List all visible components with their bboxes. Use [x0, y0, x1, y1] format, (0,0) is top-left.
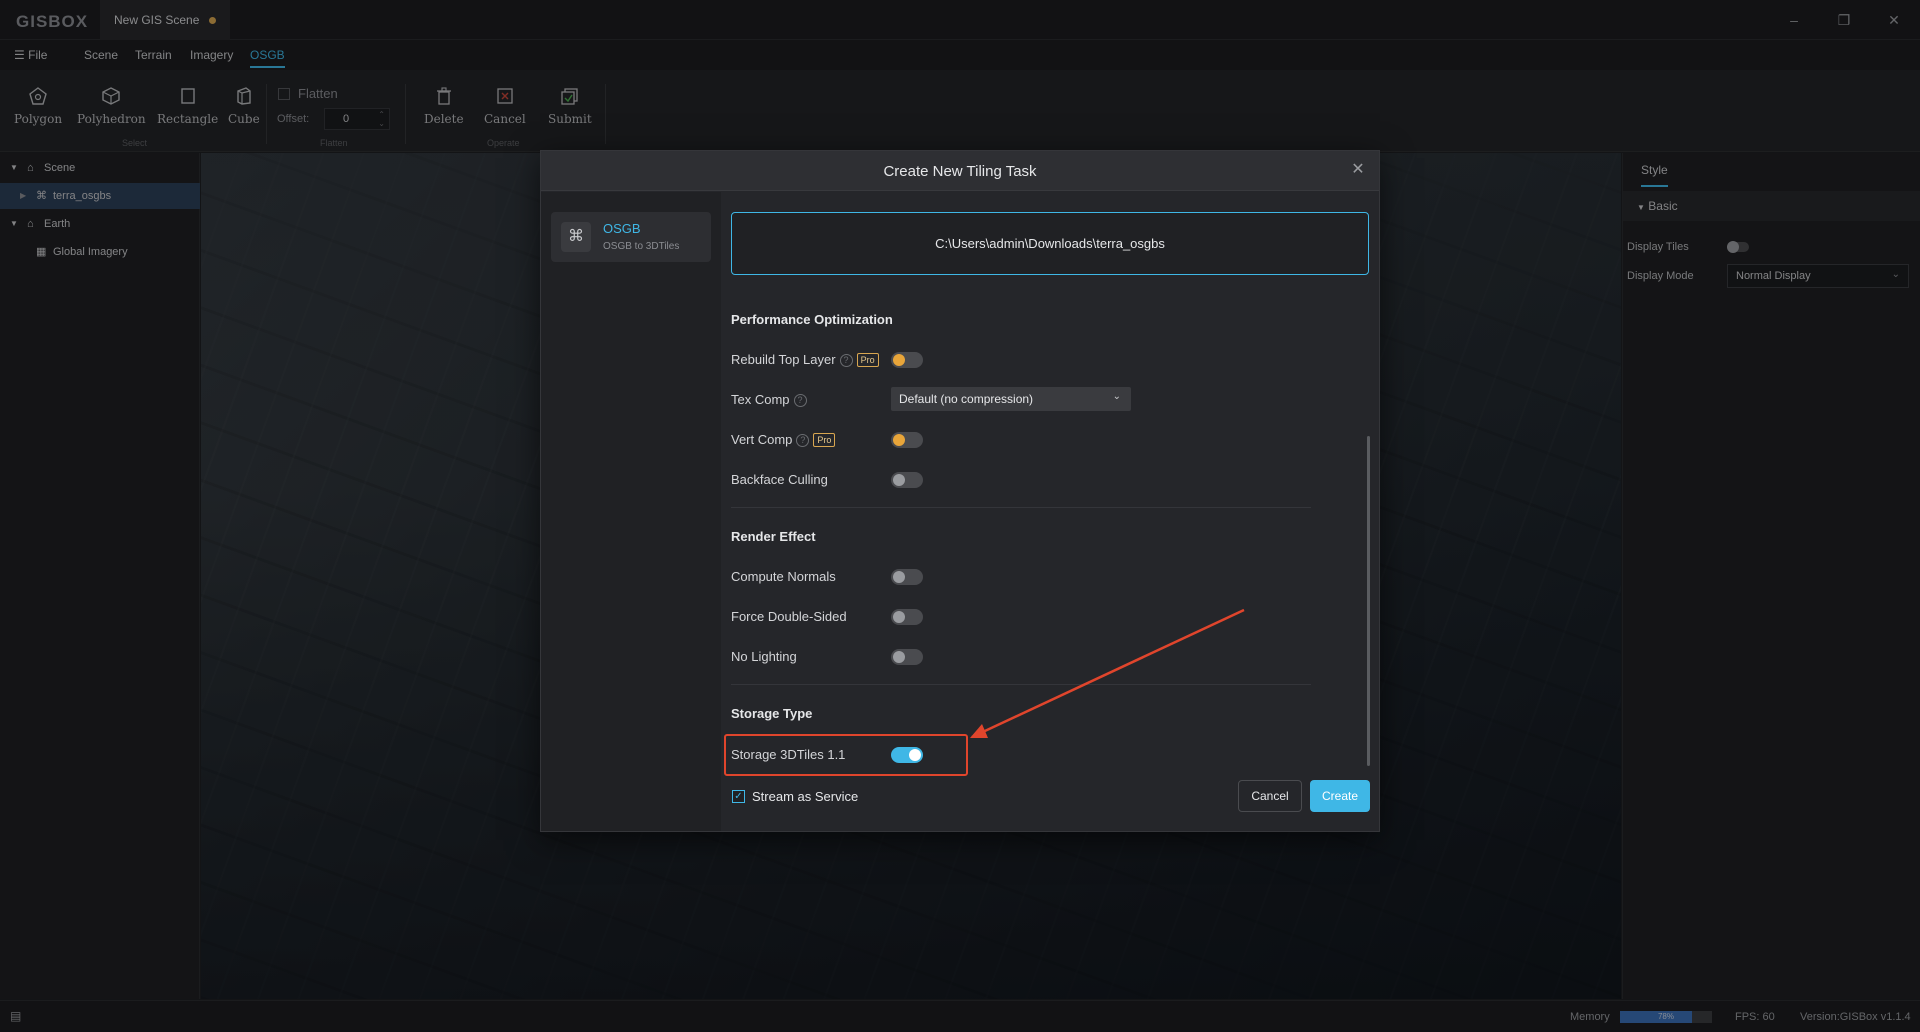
- annotation-arrow-line: [971, 608, 1245, 739]
- rebuild-top-layer-option: Rebuild Top Layer? Pro: [731, 352, 879, 367]
- tex-comp-select[interactable]: Default (no compression) ⌄: [891, 387, 1131, 411]
- toggle-knob: [893, 611, 905, 623]
- osgb-icon: ⌘: [561, 222, 591, 252]
- compute-normals-toggle[interactable]: [891, 569, 923, 585]
- annotation-highlight-box: [724, 734, 968, 776]
- task-type-osgb[interactable]: ⌘ OSGB OSGB to 3DTiles: [551, 212, 711, 262]
- source-path-field[interactable]: C:\Users\admin\Downloads\terra_osgbs: [731, 212, 1369, 275]
- toggle-knob: [893, 651, 905, 663]
- toggle-knob: [893, 354, 905, 366]
- storage-section-title: Storage Type: [731, 706, 813, 721]
- option-label: Vert Comp: [731, 432, 793, 447]
- stream-as-service-checkbox[interactable]: ✓: [732, 790, 745, 803]
- section-divider: [731, 507, 1311, 508]
- toggle-knob: [893, 474, 905, 486]
- compute-normals-label: Compute Normals: [731, 569, 836, 584]
- toggle-knob: [893, 434, 905, 446]
- option-label: Rebuild Top Layer: [731, 352, 836, 367]
- vert-comp-toggle[interactable]: [891, 432, 923, 448]
- dialog-scrollbar[interactable]: [1367, 436, 1370, 766]
- no-lighting-label: No Lighting: [731, 649, 797, 664]
- tex-comp-option: Tex Comp?: [731, 392, 807, 407]
- tex-comp-value: Default (no compression): [899, 392, 1034, 406]
- help-icon[interactable]: ?: [796, 434, 810, 447]
- force-double-sided-label: Force Double-Sided: [731, 609, 847, 624]
- stream-as-service-label: Stream as Service: [752, 789, 859, 804]
- close-icon[interactable]: ✕: [1347, 159, 1369, 181]
- dialog-title: Create New Tiling Task: [883, 163, 1037, 180]
- chevron-down-icon: ⌄: [1112, 391, 1121, 402]
- backface-culling-label: Backface Culling: [731, 472, 828, 487]
- rebuild-top-layer-toggle[interactable]: [891, 352, 923, 368]
- dialog-sidebar: ⌘ OSGB OSGB to 3DTiles: [541, 192, 721, 831]
- toggle-knob: [893, 571, 905, 583]
- help-icon[interactable]: ?: [839, 354, 853, 367]
- task-type-subtitle: OSGB to 3DTiles: [603, 241, 680, 252]
- backface-culling-toggle[interactable]: [891, 472, 923, 488]
- pro-badge: Pro: [813, 433, 836, 447]
- dialog-header: Create New Tiling Task ✕: [541, 151, 1379, 191]
- force-double-sided-toggle[interactable]: [891, 609, 923, 625]
- pro-badge: Pro: [856, 353, 879, 367]
- performance-section-title: Performance Optimization: [731, 312, 893, 327]
- option-label: Tex Comp: [731, 392, 790, 407]
- no-lighting-toggle[interactable]: [891, 649, 923, 665]
- cancel-button[interactable]: Cancel: [1238, 780, 1302, 812]
- render-section-title: Render Effect: [731, 529, 816, 544]
- create-button[interactable]: Create: [1310, 780, 1370, 812]
- vert-comp-option: Vert Comp? Pro: [731, 432, 836, 447]
- help-icon[interactable]: ?: [793, 394, 807, 407]
- task-type-title: OSGB: [603, 221, 641, 236]
- annotation-arrow: [970, 608, 1245, 739]
